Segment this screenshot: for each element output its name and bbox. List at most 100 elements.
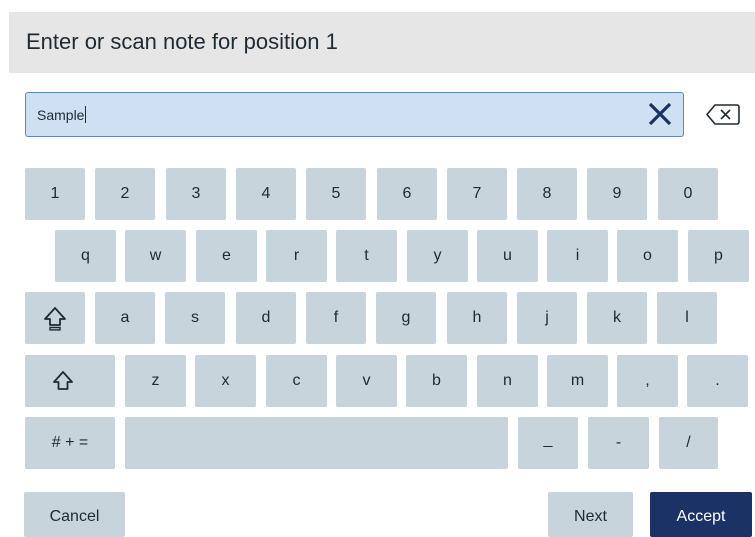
key-f[interactable]: f (306, 292, 366, 344)
key-b[interactable]: b (406, 355, 467, 407)
key-m[interactable]: m (547, 355, 608, 407)
key-label: 6 (402, 185, 412, 202)
key-label: 1 (50, 185, 60, 202)
cancel-button-label: Cancel (49, 508, 100, 525)
key-p[interactable]: p (688, 230, 749, 282)
note-input[interactable]: Sample (25, 92, 684, 137)
next-button[interactable]: Next (548, 492, 633, 537)
key-label: k (613, 309, 621, 326)
key-label: f (333, 309, 339, 326)
key-label: b (432, 372, 441, 389)
key-comma[interactable]: , (617, 355, 678, 407)
key-9[interactable]: 9 (587, 168, 647, 220)
key-label: q (81, 247, 90, 264)
key-y[interactable]: y (407, 230, 468, 282)
key-label: x (221, 372, 230, 389)
key-label: , (645, 372, 650, 389)
key-label: 8 (542, 185, 552, 202)
key-l[interactable]: l (657, 292, 717, 344)
key-label: c (292, 372, 301, 389)
key-o[interactable]: o (617, 230, 678, 282)
key-label: u (503, 247, 512, 264)
key-d[interactable]: d (236, 292, 296, 344)
key-j[interactable]: j (517, 292, 577, 344)
key-label: - (615, 434, 622, 451)
key-label: v (362, 372, 371, 389)
key-z[interactable]: z (125, 355, 186, 407)
key-underscore[interactable]: _ (518, 417, 578, 469)
key-label: t (364, 247, 369, 264)
key-label: 3 (191, 185, 201, 202)
key-label: 5 (331, 185, 341, 202)
key-label: 7 (472, 185, 482, 202)
shift-key[interactable] (25, 355, 115, 407)
accept-button-label: Accept (676, 508, 726, 525)
key-k[interactable]: k (587, 292, 647, 344)
key-x[interactable]: x (195, 355, 256, 407)
key-label: / (686, 434, 691, 451)
shift-icon (53, 371, 73, 390)
key-label: m (570, 372, 585, 389)
key-4[interactable]: 4 (236, 168, 296, 220)
key-slash[interactable]: / (659, 417, 718, 469)
symbols-key[interactable]: # + = (25, 417, 115, 469)
key-h[interactable]: h (447, 292, 507, 344)
key-q[interactable]: q (55, 230, 116, 282)
key-7[interactable]: 7 (447, 168, 507, 220)
key-v[interactable]: v (336, 355, 397, 407)
key-label: # + = (51, 434, 89, 451)
key-label: 4 (261, 185, 271, 202)
caps-lock-key[interactable] (25, 292, 85, 344)
key-3[interactable]: 3 (166, 168, 226, 220)
key-label: _ (543, 431, 553, 448)
key-label: i (575, 247, 580, 264)
key-dash[interactable]: - (588, 417, 649, 469)
text-caret (85, 106, 87, 123)
key-t[interactable]: t (336, 230, 397, 282)
key-label: s (191, 309, 199, 326)
note-input-text: Sample (37, 106, 87, 123)
key-label: 9 (612, 185, 622, 202)
key-label: j (545, 309, 549, 326)
page-title: Enter or scan note for position 1 (26, 29, 338, 54)
backspace-icon[interactable] (697, 96, 749, 133)
key-e[interactable]: e (196, 230, 257, 282)
key-label: p (714, 247, 723, 264)
key-r[interactable]: r (266, 230, 327, 282)
key-label: g (401, 309, 411, 326)
key-5[interactable]: 5 (306, 168, 366, 220)
key-s[interactable]: s (165, 292, 225, 344)
key-label: r (293, 247, 300, 264)
key-g[interactable]: g (376, 292, 436, 344)
key-label: l (685, 309, 689, 326)
key-label: a (120, 309, 130, 326)
key-label: 2 (120, 185, 130, 202)
key-label: 0 (683, 185, 693, 202)
key-label: z (151, 372, 160, 389)
key-w[interactable]: w (125, 230, 186, 282)
key-8[interactable]: 8 (517, 168, 577, 220)
key-1[interactable]: 1 (25, 168, 85, 220)
key-label: d (261, 309, 271, 326)
key-c[interactable]: c (266, 355, 327, 407)
note-input-value: Sample (37, 107, 85, 123)
key-u[interactable]: u (477, 230, 538, 282)
space-key[interactable] (125, 417, 508, 469)
caps-lock-icon (44, 307, 66, 331)
key-label: o (643, 247, 652, 264)
key-label: h (472, 309, 482, 326)
dialog-header: Enter or scan note for position 1 (9, 12, 755, 73)
key-2[interactable]: 2 (95, 168, 155, 220)
key-label: y (433, 247, 442, 264)
accept-button[interactable]: Accept (650, 492, 752, 537)
key-i[interactable]: i (547, 230, 608, 282)
key-label: w (149, 247, 162, 264)
key-a[interactable]: a (95, 292, 155, 344)
key-n[interactable]: n (477, 355, 538, 407)
key-0[interactable]: 0 (658, 168, 718, 220)
key-label: n (503, 372, 512, 389)
key-6[interactable]: 6 (377, 168, 437, 220)
close-x-icon[interactable] (647, 101, 673, 127)
key-period[interactable]: . (687, 355, 748, 407)
cancel-button[interactable]: Cancel (24, 492, 125, 537)
